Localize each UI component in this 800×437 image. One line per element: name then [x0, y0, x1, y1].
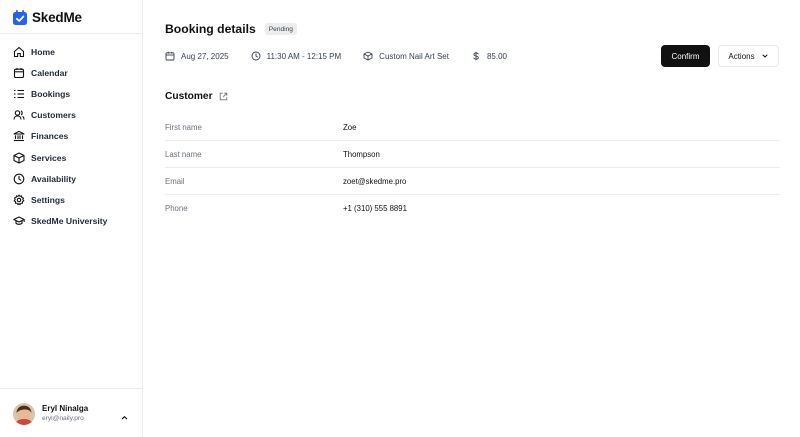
sidebar-item-label: Finances: [31, 131, 69, 142]
time-text: 11:30 AM - 12:15 PM: [266, 51, 342, 61]
sidebar-item-services[interactable]: Services: [0, 147, 142, 168]
sidebar-item-finances[interactable]: Finances: [0, 126, 142, 147]
page-title: Booking details: [165, 22, 256, 36]
calendar-check-logo-icon: [13, 9, 27, 25]
clock-icon: [251, 51, 261, 61]
sidebar-item-university[interactable]: SkedMe University: [0, 211, 142, 232]
chevron-down-icon: [762, 54, 768, 58]
sidebar-item-customers[interactable]: Customers: [0, 105, 142, 126]
sidebar-item-availability[interactable]: Availability: [0, 168, 142, 189]
field-label: Phone: [165, 204, 188, 213]
sidebar-item-label: Availability: [31, 173, 77, 184]
avatar: [13, 403, 35, 425]
app-name: SkedMe: [32, 9, 82, 25]
date-text: Aug 27, 2025: [181, 51, 229, 61]
sidebar-item-label: Services: [31, 152, 67, 163]
booking-service: Custom Nail Art Set: [363, 51, 449, 61]
field-value: Thompson: [343, 149, 380, 159]
field-label: Last name: [165, 149, 202, 159]
sidebar-item-home[interactable]: Home: [0, 41, 142, 62]
dollar-icon: [473, 51, 479, 61]
booking-meta: Aug 27, 2025 11:30 AM - 12:15 PM Custom …: [165, 50, 529, 62]
user-info: Eryl Ninalga eryl@naily.pro: [42, 404, 88, 424]
sidebar-item-calendar[interactable]: Calendar: [0, 62, 142, 83]
calendar-icon: [165, 51, 175, 61]
list-icon: [13, 88, 25, 100]
booking-time: 11:30 AM - 12:15 PM: [251, 51, 342, 61]
user-name: Eryl Ninalga: [42, 404, 89, 413]
detail-row-last-name: Last name Thompson: [165, 141, 780, 168]
divider: [0, 388, 142, 389]
sidebar-item-label: Calendar: [31, 67, 68, 78]
field-label: First name: [165, 122, 202, 132]
box-icon: [13, 151, 25, 164]
sidebar-item-label: Home: [31, 46, 55, 57]
divider: [0, 33, 142, 34]
app-logo[interactable]: SkedMe: [13, 8, 82, 26]
field-value: zoet@skedme.pro: [343, 176, 407, 186]
home-icon: [13, 46, 25, 58]
sidebar-item-label: Settings: [31, 194, 65, 205]
clock-icon: [13, 173, 25, 185]
field-value: +1 (310) 555 8891: [343, 204, 407, 213]
user-menu[interactable]: Eryl Ninalga eryl@naily.pro: [13, 402, 131, 426]
gear-icon: [13, 194, 25, 206]
graduation-cap-icon: [13, 215, 25, 227]
service-text: Custom Nail Art Set: [379, 51, 449, 61]
box-icon: [363, 51, 373, 61]
detail-row-phone: Phone +1 (310) 555 8891: [165, 195, 780, 222]
status-badge: Pending: [264, 23, 297, 35]
customer-details: First name Zoe Last name Thompson Email …: [165, 114, 780, 222]
bank-icon: [13, 130, 25, 142]
calendar-icon: [13, 67, 25, 79]
sidebar-item-label: SkedMe University: [31, 216, 108, 227]
booking-price: 85.00: [471, 51, 507, 61]
users-icon: [13, 109, 25, 121]
main-content: Booking details Pending Aug 27, 2025 11:…: [143, 0, 800, 437]
sidebar: SkedMe Home Calendar Bookings Customers: [0, 0, 143, 437]
section-title: Customer: [165, 91, 213, 102]
external-link-icon[interactable]: [219, 92, 228, 101]
detail-row-first-name: First name Zoe: [165, 114, 780, 141]
actions-label: Actions: [728, 51, 755, 61]
sidebar-nav: Home Calendar Bookings Customers Finance…: [0, 41, 142, 232]
title-row: Booking details Pending: [165, 22, 297, 36]
field-value: Zoe: [343, 122, 357, 132]
confirm-button[interactable]: Confirm: [661, 45, 710, 67]
booking-date: Aug 27, 2025: [165, 51, 229, 61]
sidebar-item-bookings[interactable]: Bookings: [0, 83, 142, 104]
sidebar-item-label: Bookings: [31, 88, 71, 99]
field-label: Email: [165, 176, 185, 186]
detail-row-email: Email zoet@skedme.pro: [165, 168, 780, 195]
user-email: eryl@naily.pro: [42, 415, 84, 422]
price-text: 85.00: [486, 51, 508, 61]
actions-button[interactable]: Actions: [718, 45, 779, 67]
customer-section-header: Customer: [165, 91, 228, 102]
chevron-up-icon[interactable]: [120, 409, 129, 420]
sidebar-item-settings[interactable]: Settings: [0, 189, 142, 210]
sidebar-item-label: Customers: [31, 110, 76, 121]
